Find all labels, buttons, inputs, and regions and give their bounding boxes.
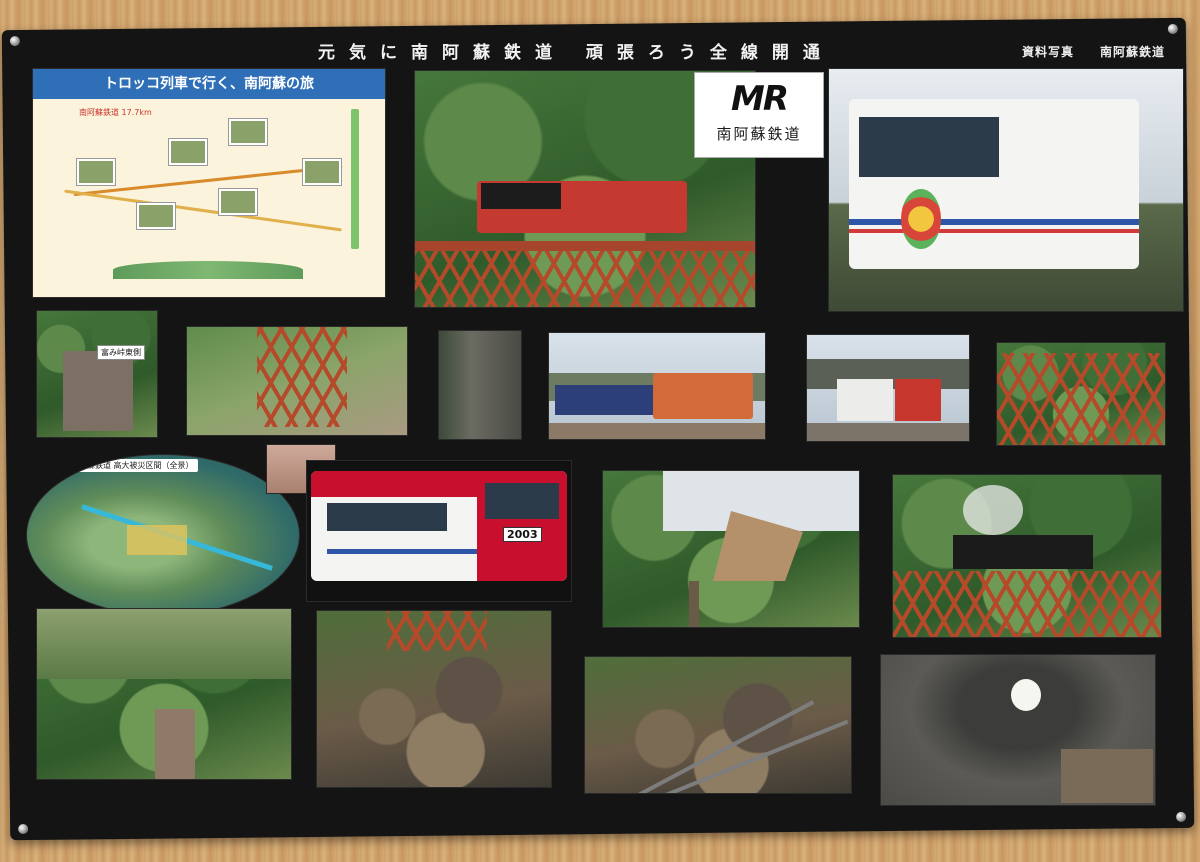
photo-buried-track [36, 608, 292, 780]
photo-steel-viaduct [996, 342, 1166, 446]
photo-debris-pile [316, 610, 552, 788]
track [155, 709, 195, 779]
girder [257, 327, 347, 427]
damage-zone [127, 525, 187, 555]
track-bed [549, 423, 765, 439]
railcar-windshield [859, 117, 999, 177]
photo-bridge-pier: 富み峠東側 [36, 310, 158, 438]
celebration-wreath [901, 189, 941, 249]
orange-locomotive [653, 373, 753, 419]
railway-logo-mark: MR [730, 79, 789, 119]
locomotive-front [481, 183, 561, 209]
map-photo-thumbnail [219, 189, 257, 215]
collapsed-slope [37, 609, 291, 679]
broken-girder [387, 611, 487, 651]
passenger-coaches [555, 385, 655, 415]
pushpin [18, 823, 29, 835]
route-map-header: トロッコ列車で行く、南阿蘇の旅 [33, 69, 385, 99]
photo-railcar-celebration [828, 68, 1184, 312]
railcar-stripe [849, 229, 1139, 233]
viaduct-truss [997, 353, 1165, 445]
board-title: 元気に南阿蘇鉄道 頑張ろう全線開通 [318, 43, 834, 63]
bridge-truss [893, 571, 1161, 637]
pushpin [1167, 23, 1178, 35]
pushpin [9, 36, 20, 47]
white-railcar [837, 379, 893, 421]
steam-locomotive [953, 535, 1093, 569]
map-photo-thumbnail [303, 159, 341, 185]
route-map-poster: トロッコ列車で行く、南阿蘇の旅 南阿蘇鉄道 17.7km [32, 68, 386, 298]
inset-photo [1061, 749, 1153, 803]
route-line [351, 109, 359, 249]
photo-railcar-2003: 2003 [306, 460, 572, 602]
photo-aerial-damage-map: 南阿蘇鉄道 高大被災区間（全景） [26, 454, 300, 616]
photo-damaged-girder [186, 326, 408, 436]
route-map-body: 南阿蘇鉄道 17.7km [33, 99, 385, 297]
bridge-deck [415, 241, 755, 251]
aerial-map-title: 南阿蘇鉄道 高大被災区間（全景） [67, 459, 198, 472]
photo-steam-locomotive-bridge [892, 474, 1162, 638]
route-distance: 南阿蘇鉄道 17.7km [79, 108, 152, 117]
railcar-stripe [327, 549, 477, 554]
credit-company: 南阿蘇鉄道 [1100, 45, 1166, 59]
railcar-windshield [485, 483, 559, 519]
tunnel-light [1011, 679, 1041, 711]
photo-landslide-track [602, 470, 860, 628]
credit-source: 資料写真 [1022, 45, 1075, 59]
photo-stone-wall [438, 330, 522, 440]
pushpin [1176, 811, 1187, 822]
steam-smoke [963, 485, 1023, 535]
photo-tunnel-entrance [880, 654, 1156, 806]
map-photo-thumbnail [229, 119, 267, 145]
photo-diesel-locomotive [548, 332, 766, 440]
railway-logo-card: MR 南阿蘇鉄道 [694, 72, 824, 158]
stone-pier [63, 351, 133, 431]
sign-label: 富み峠東側 [97, 345, 145, 360]
map-photo-thumbnail [77, 159, 115, 185]
photo-twisted-rails [584, 656, 852, 794]
route-line [64, 189, 342, 232]
photo-two-railcars [806, 334, 970, 442]
red-railcar [895, 379, 941, 421]
mountain-illustration [113, 261, 303, 279]
car-number-plate: 2003 [503, 527, 542, 542]
railcar-windows [327, 503, 447, 531]
railway-logo-name: 南阿蘇鉄道 [716, 125, 802, 143]
track-bed [807, 423, 969, 441]
map-photo-thumbnail [137, 203, 175, 229]
track [689, 581, 699, 627]
map-photo-thumbnail [169, 139, 207, 165]
railcar-stripe [849, 219, 1139, 225]
